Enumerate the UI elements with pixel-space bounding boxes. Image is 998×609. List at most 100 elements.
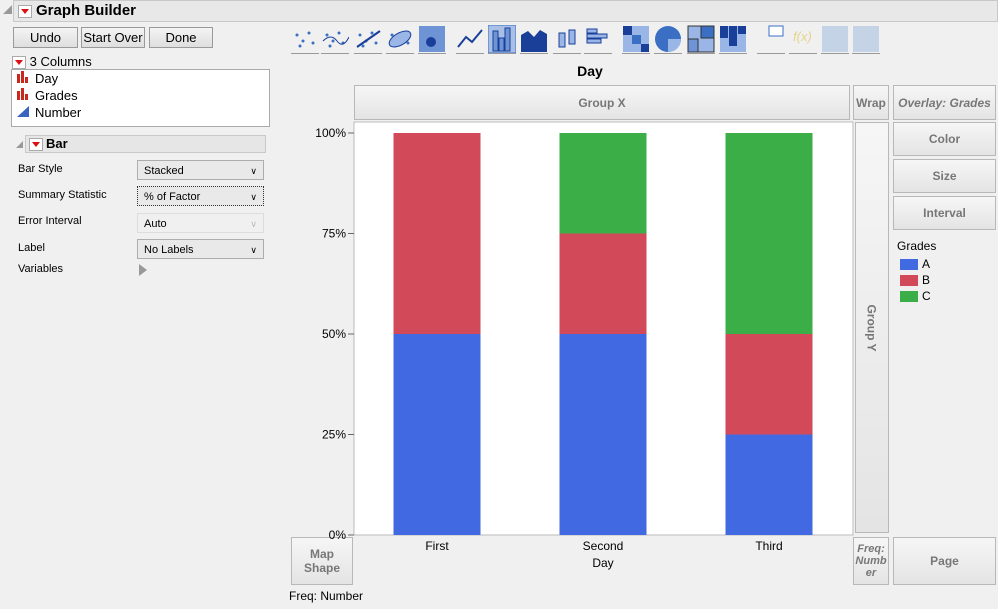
undo-button[interactable]: Undo (13, 27, 78, 48)
columns-header[interactable]: 3 Columns (12, 54, 92, 70)
chevron-down-icon: ∨ (250, 192, 257, 202)
menu-icon[interactable] (29, 138, 43, 152)
error-interval-value: Auto (144, 218, 167, 230)
nominal-icon (16, 88, 30, 103)
column-name: Grades (35, 88, 78, 103)
start-over-button[interactable]: Start Over (81, 27, 145, 48)
summary-statistic-select[interactable]: % of Factor ∨ (137, 186, 264, 206)
legend: Grades ABC (897, 239, 936, 305)
legend-label: B (922, 273, 931, 287)
legend-label: A (922, 257, 931, 271)
legend-swatch (900, 291, 918, 303)
done-button[interactable]: Done (149, 27, 213, 48)
nominal-icon (16, 71, 30, 86)
summary-statistic-value: % of Factor (144, 191, 201, 203)
expand-variables-icon[interactable] (139, 264, 147, 276)
x-axis-label: Day (592, 556, 613, 570)
box-plot-icon[interactable] (553, 25, 581, 54)
parallel-icon[interactable] (852, 25, 880, 54)
line-icon[interactable] (456, 25, 484, 54)
histogram-icon[interactable] (584, 25, 612, 54)
bar-panel-header: Bar (25, 135, 266, 153)
pie-icon[interactable] (654, 25, 682, 54)
ellipse-icon[interactable] (386, 25, 414, 54)
legend-item: C (900, 289, 936, 305)
x-tick-label: First (425, 539, 449, 553)
heatmap-icon[interactable] (622, 25, 650, 54)
bar-style-value: Stacked (144, 165, 184, 177)
size-zone[interactable]: Size (893, 159, 996, 193)
y-tick-label: 25% (322, 428, 346, 442)
bar-chart: 0% 25% 50% 75% 100% First Second Third Day (315, 121, 854, 570)
menu-icon[interactable] (18, 5, 32, 19)
bar-segment-B (725, 334, 813, 435)
x-tick-label: Second (583, 539, 624, 553)
column-item[interactable]: Grades (12, 87, 269, 104)
svg-text:f(x): f(x) (793, 29, 812, 44)
legend-swatch (900, 259, 918, 271)
points-icon[interactable] (291, 25, 319, 54)
continuous-icon (16, 105, 30, 120)
column-name: Number (35, 105, 82, 120)
error-interval-select: Auto ∨ (137, 213, 264, 233)
error-interval-label: Error Interval (18, 215, 82, 227)
bar-style-label: Bar Style (18, 163, 63, 175)
bar-segment-A (559, 334, 647, 535)
label-label: Label (18, 242, 45, 254)
chevron-down-icon: ∨ (250, 219, 257, 229)
formula-icon[interactable]: f(x) (789, 25, 817, 54)
columns-count: 3 Columns (29, 54, 92, 69)
map-shapes-icon[interactable] (821, 25, 849, 54)
mosaic-icon[interactable] (719, 25, 747, 54)
bar-panel-title: Bar (46, 136, 68, 151)
columns-list[interactable]: Day Grades Number (11, 69, 270, 127)
column-item[interactable]: Day (12, 70, 269, 87)
y-tick-label: 50% (322, 327, 346, 341)
page-zone[interactable]: Page (893, 537, 996, 585)
column-item[interactable]: Number (12, 104, 269, 121)
wrap-zone[interactable]: Wrap (853, 85, 889, 120)
bar-style-select[interactable]: Stacked ∨ (137, 160, 264, 180)
chart-title: Day (577, 63, 603, 79)
title-bar: Graph Builder (13, 0, 998, 22)
legend-swatch (900, 275, 918, 287)
y-tick-label: 75% (322, 227, 346, 241)
group-x-zone[interactable]: Group X (354, 85, 850, 120)
contour-icon[interactable] (418, 25, 446, 54)
chevron-down-icon: ∨ (250, 166, 257, 176)
area-icon[interactable] (520, 25, 548, 54)
bar-segment-C (559, 133, 647, 234)
legend-item: A (900, 257, 936, 273)
collapse-icon[interactable] (16, 141, 23, 148)
group-y-label: Group Y (865, 303, 879, 352)
bar-segment-A (725, 434, 813, 535)
chevron-down-icon: ∨ (250, 245, 257, 255)
column-name: Day (35, 71, 59, 86)
label-select[interactable]: No Labels ∨ (137, 239, 264, 259)
treemap-icon[interactable] (687, 25, 715, 54)
y-tick-label: 0% (329, 528, 347, 542)
color-zone[interactable]: Color (893, 122, 996, 156)
legend-label: C (922, 289, 931, 303)
caption-box-icon[interactable] (757, 25, 785, 54)
group-y-zone[interactable]: Group Y (855, 122, 889, 533)
app-title: Graph Builder (36, 2, 137, 19)
interval-zone[interactable]: Interval (893, 196, 996, 230)
y-tick-label: 100% (315, 126, 346, 140)
contour-smoother-icon[interactable] (321, 25, 350, 54)
bar-segment-B (393, 133, 481, 334)
x-tick-label: Third (755, 539, 782, 553)
summary-statistic-label: Summary Statistic (18, 189, 107, 201)
bar-icon[interactable] (487, 24, 517, 54)
overlay-zone[interactable]: Overlay: Grades (893, 85, 996, 120)
freq-footer: Freq: Number (289, 589, 364, 603)
label-value: No Labels (144, 244, 194, 256)
bar-segment-B (559, 233, 647, 334)
bar-segment-C (725, 133, 813, 334)
menu-icon[interactable] (12, 56, 26, 70)
collapse-icon[interactable] (3, 5, 12, 14)
variables-label: Variables (18, 263, 64, 275)
bar-segment-A (393, 334, 481, 535)
legend-item: B (900, 273, 936, 289)
line-of-fit-icon[interactable] (354, 25, 382, 54)
